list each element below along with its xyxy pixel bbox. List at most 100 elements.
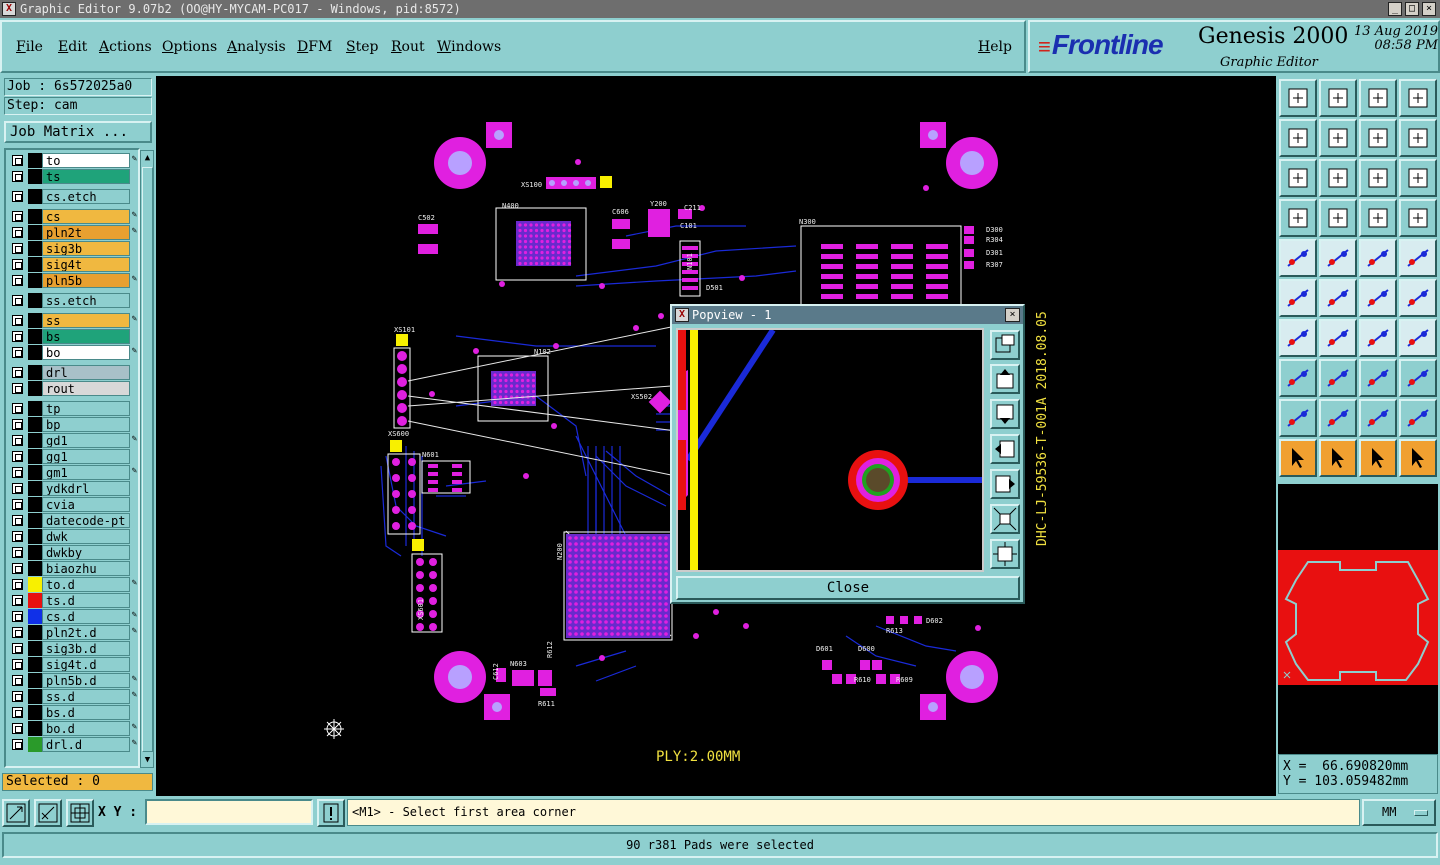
- layer-row[interactable]: sig3b.d: [8, 641, 138, 656]
- feature-display-button[interactable]: [1399, 199, 1437, 237]
- surface-button[interactable]: [1399, 359, 1437, 397]
- layer-checkbox[interactable]: [12, 191, 23, 202]
- layer-checkbox[interactable]: [12, 515, 23, 526]
- zoom-home-button[interactable]: [1319, 159, 1357, 197]
- grid-snap-icon[interactable]: [66, 799, 94, 827]
- pan-left-button[interactable]: [1279, 119, 1317, 157]
- layer-checkbox[interactable]: [12, 531, 23, 542]
- layer-checkbox[interactable]: [12, 707, 23, 718]
- layer-color-swatch[interactable]: [28, 721, 42, 736]
- alert-icon[interactable]: [317, 799, 345, 827]
- select-area-button[interactable]: [1399, 239, 1437, 277]
- layer-name[interactable]: dwkby: [42, 545, 130, 560]
- dimension-button[interactable]: [1359, 359, 1397, 397]
- layer-checkbox[interactable]: [12, 467, 23, 478]
- app-icon[interactable]: X: [2, 2, 16, 16]
- layer-color-swatch[interactable]: [28, 189, 42, 204]
- popview-pan-up-button[interactable]: [990, 364, 1020, 394]
- triangle-c-button[interactable]: [1359, 399, 1397, 437]
- layer-name[interactable]: ts: [42, 169, 130, 184]
- menu-file[interactable]: File: [16, 39, 43, 55]
- layer-name[interactable]: bo.d: [42, 721, 130, 736]
- xy-input[interactable]: [145, 799, 313, 825]
- layer-color-swatch[interactable]: [28, 481, 42, 496]
- layer-name[interactable]: bo: [42, 345, 130, 360]
- layer-color-swatch[interactable]: [28, 153, 42, 168]
- layer-name[interactable]: ts.d: [42, 593, 130, 608]
- close-icon[interactable]: ×: [1422, 2, 1436, 16]
- menu-help[interactable]: Help: [978, 39, 1012, 55]
- zoom-window-button[interactable]: [1399, 79, 1437, 117]
- layer-row[interactable]: bp: [8, 417, 138, 432]
- layer-name[interactable]: sig4t: [42, 257, 130, 272]
- layer-row[interactable]: ss ✎: [8, 313, 138, 328]
- layer-name[interactable]: ss: [42, 313, 130, 328]
- step-up-button[interactable]: [1279, 79, 1317, 117]
- layer-color-swatch[interactable]: [28, 417, 42, 432]
- layer-color-swatch[interactable]: [28, 257, 42, 272]
- layer-color-swatch[interactable]: [28, 293, 42, 308]
- layer-row[interactable]: cs ✎: [8, 209, 138, 224]
- popview-pan-down-button[interactable]: [990, 399, 1020, 429]
- layer-checkbox[interactable]: [12, 331, 23, 342]
- popview-pan-right-button[interactable]: [990, 469, 1020, 499]
- layer-row[interactable]: cs.etch: [8, 189, 138, 204]
- measure-ruler-button[interactable]: [1359, 239, 1397, 277]
- layer-name[interactable]: bp: [42, 417, 130, 432]
- menu-rout[interactable]: Rout: [391, 39, 425, 55]
- layer-name[interactable]: ss.d: [42, 689, 130, 704]
- minimize-icon[interactable]: _: [1388, 2, 1402, 16]
- layer-row[interactable]: pln5b.d ✎: [8, 673, 138, 688]
- layer-row[interactable]: drl: [8, 365, 138, 380]
- layer-row[interactable]: gd1 ✎: [8, 433, 138, 448]
- layer-checkbox[interactable]: [12, 243, 23, 254]
- layer-checkbox[interactable]: [12, 691, 23, 702]
- layer-color-swatch[interactable]: [28, 433, 42, 448]
- layer-row[interactable]: pln2t ✎: [8, 225, 138, 240]
- layer-row[interactable]: sig4t: [8, 257, 138, 272]
- layer-row[interactable]: pln2t.d ✎: [8, 625, 138, 640]
- layer-color-swatch[interactable]: [28, 657, 42, 672]
- menu-analysis[interactable]: Analysis: [227, 39, 286, 55]
- triangle-d-button[interactable]: [1399, 399, 1437, 437]
- popview-canvas[interactable]: [676, 328, 984, 572]
- layer-row[interactable]: ss.etch: [8, 293, 138, 308]
- layer-row[interactable]: ts.d: [8, 593, 138, 608]
- layer-row[interactable]: sig4t.d: [8, 657, 138, 672]
- layer-color-swatch[interactable]: [28, 609, 42, 624]
- layer-checkbox[interactable]: [12, 483, 23, 494]
- delete-button[interactable]: [1319, 279, 1357, 317]
- layer-checkbox[interactable]: [12, 579, 23, 590]
- layer-color-swatch[interactable]: [28, 705, 42, 720]
- menu-actions[interactable]: Actions: [99, 39, 152, 55]
- layer-checkbox[interactable]: [12, 547, 23, 558]
- layer-row[interactable]: biaozhu: [8, 561, 138, 576]
- layer-color-swatch[interactable]: [28, 561, 42, 576]
- popview-close-button[interactable]: Close: [676, 576, 1020, 600]
- pan-right-button[interactable]: [1319, 119, 1357, 157]
- layer-row[interactable]: bs: [8, 329, 138, 344]
- layer-checkbox[interactable]: [12, 595, 23, 606]
- line-tool-button[interactable]: [1279, 319, 1317, 357]
- layer-checkbox[interactable]: [12, 383, 23, 394]
- mirror-button[interactable]: [1399, 319, 1437, 357]
- scroll-up-icon[interactable]: ▲: [142, 152, 153, 164]
- layer-row[interactable]: ss.d ✎: [8, 689, 138, 704]
- layer-name[interactable]: sig3b.d: [42, 641, 130, 656]
- layer-name[interactable]: cs: [42, 209, 130, 224]
- layer-checkbox[interactable]: [12, 367, 23, 378]
- layer-name[interactable]: drl.d: [42, 737, 130, 752]
- layer-checkbox[interactable]: [12, 723, 23, 734]
- popview-zoom-out-button[interactable]: [990, 539, 1020, 569]
- units-select[interactable]: MM: [1362, 799, 1436, 826]
- layer-checkbox[interactable]: [12, 295, 23, 306]
- menu-dfm[interactable]: DFM: [297, 39, 332, 55]
- layer-name[interactable]: biaozhu: [42, 561, 130, 576]
- layer-name[interactable]: pln2t: [42, 225, 130, 240]
- layer-row[interactable]: gm1 ✎: [8, 465, 138, 480]
- popview-pan-left-button[interactable]: [990, 434, 1020, 464]
- pointer-button[interactable]: [1279, 439, 1317, 477]
- layer-name[interactable]: datecode-pt: [42, 513, 130, 528]
- layer-row[interactable]: bo.d ✎: [8, 721, 138, 736]
- layer-color-swatch[interactable]: [28, 737, 42, 752]
